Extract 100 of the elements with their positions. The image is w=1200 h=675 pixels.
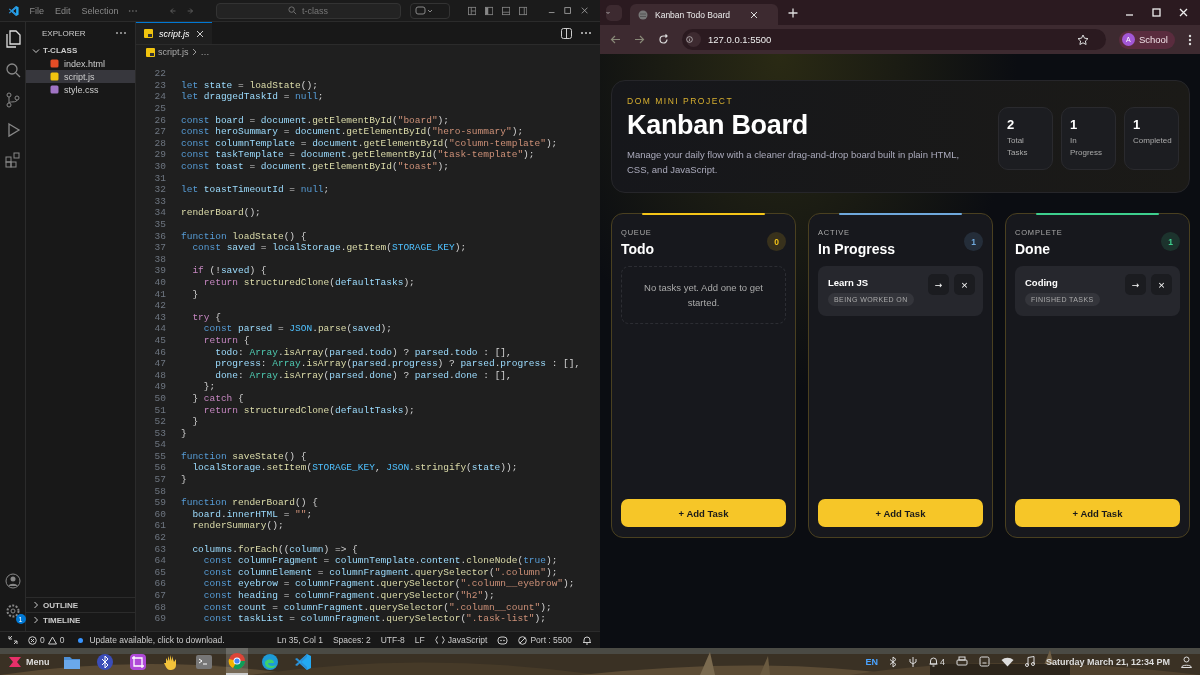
code-line: }; [202,381,216,393]
back-arrow-icon[interactable] [610,34,621,45]
code-line: localStorage.setItem(STORAGE_KEY, JSON.stringify(state)); [191,462,518,474]
address-bar[interactable]: 127.0.0.1:5500 [682,29,1106,50]
line-ending-status[interactable]: LF [414,635,425,645]
chevron-icon [32,46,40,55]
secondary-sidebar-icon[interactable] [518,5,528,16]
move-button[interactable]: → [928,274,949,295]
code-line: done: Array.isArray(parsed.done) ? parsed.done : [], [214,369,512,381]
more-icon[interactable] [115,31,127,35]
sidebar-section[interactable]: TIMELINE [26,612,135,627]
count-badge: 1 [964,232,983,251]
menu-icon[interactable] [1188,33,1192,46]
move-button[interactable]: → [1125,274,1146,295]
account-icon[interactable] [4,573,21,589]
files-icon[interactable] [4,30,21,48]
split-editor-icon[interactable] [561,27,572,39]
code-line: } [181,474,187,486]
empty-state: No tasks yet. Add one to get started. [621,266,786,324]
sidebar-title: EXPLORER [42,28,86,38]
add-task-button[interactable]: + Add Task [818,499,983,527]
code-line: const saved = localStorage.getItem(STORAGE_KEY); [191,242,467,254]
copilot-icon[interactable] [497,635,509,645]
add-task-button[interactable]: + Add Task [621,499,786,527]
notifications-button[interactable]: 4 [928,656,945,667]
line-number: 61 [153,520,166,532]
code-line: try { [191,311,221,323]
forward-arrow-icon[interactable] [634,34,645,45]
command-center[interactable]: t-class [215,2,401,19]
line-number: 40 [153,277,166,288]
indentation-status[interactable]: Spaces: 2 [332,635,371,645]
maximize-icon[interactable] [564,6,572,15]
line-number: 22 [153,68,166,80]
line-number: 38 [153,253,166,265]
problems-status[interactable]: 0 0 [28,635,65,645]
clock[interactable]: Saturday March 21, 12:34 PM [1045,656,1170,667]
menu-item[interactable]: Edit [53,5,72,16]
line-number: 39 [153,265,166,277]
live-server-port[interactable]: Port : 5500 [518,635,572,645]
browser-tab[interactable]: Kanban Todo Board [630,4,778,25]
bell-icon[interactable] [582,635,592,645]
code-line: return structuredClone(defaultTasks); [202,404,415,416]
user-icon[interactable] [1181,655,1192,668]
folder-header[interactable]: T-CLASS [26,44,135,57]
stat-card: 2 Total Tasks [998,107,1053,170]
line-number: 45 [153,334,166,346]
stat-card: 1 Completed [1124,107,1179,170]
taskbar-app[interactable] [225,648,248,675]
settings-icon[interactable] [4,603,21,619]
file-type-icon [146,47,155,57]
code-line: let toastTimeoutId = null; [181,184,330,196]
language-mode[interactable]: JavaScript [434,635,488,645]
site-info-button[interactable] [686,32,701,47]
line-number: 24 [153,91,166,103]
error-icon [28,635,37,645]
remote-icon[interactable] [8,635,18,645]
add-task-button[interactable]: + Add Task [1015,499,1180,527]
line-number: 65 [153,566,166,578]
delete-button[interactable]: × [954,274,975,295]
update-notice[interactable]: Update available, click to download. [78,635,225,645]
task-title: Learn JS [828,277,869,288]
layout-icon[interactable] [467,5,476,16]
editor-tab[interactable]: script.js [136,22,212,44]
close-icon[interactable] [195,29,204,38]
keyboard-language[interactable]: EN [865,656,878,667]
code-line: } [181,427,187,439]
chat-button[interactable] [409,2,450,19]
code-line: const columnElement = columnFragment.querySelector(".column"); [202,566,558,578]
start-menu-button[interactable]: Menu [8,655,50,668]
display-icon[interactable] [978,656,990,667]
bluetooth-icon[interactable] [888,655,897,668]
wifi-icon[interactable] [1000,656,1014,667]
line-number: 36 [153,230,166,242]
usb-icon[interactable] [907,655,918,668]
menu-item[interactable]: Selection [80,5,120,16]
explorer-entry[interactable]: script.js [26,70,135,83]
chat-icon [414,5,433,16]
code-line: const count = columnFragment.querySelector(".column__count"); [202,601,552,613]
breadcrumb-item[interactable]: script.js [158,47,189,57]
code-line: const columnFragment = columnTemplate.content.cloneNode(true); [202,555,558,567]
encoding-status[interactable]: UTF-8 [380,635,405,645]
printer-icon[interactable] [955,656,968,667]
music-note-icon[interactable] [1024,656,1035,667]
bookmark-star-icon[interactable] [1076,33,1089,46]
new-tab-icon[interactable] [788,7,798,18]
delete-button[interactable]: × [1151,274,1172,295]
breadcrumb-item[interactable]: … [200,47,210,57]
search-icon[interactable] [4,62,21,78]
panel-toggle-icon[interactable] [501,5,510,16]
sidebar-toggle-icon[interactable] [484,5,493,16]
reload-icon[interactable] [658,34,669,45]
cursor-position[interactable]: Ln 35, Col 1 [277,635,323,645]
source-control-icon[interactable] [4,92,21,108]
explorer-entry[interactable]: index.html [26,57,135,70]
sidebar-section[interactable]: OUTLINE [26,597,135,612]
more-icon[interactable] [580,31,592,35]
menu-item[interactable]: File [28,5,45,16]
bluetooth-app-icon [95,652,114,671]
explorer-entry[interactable]: style.css [26,83,135,96]
extensions-icon[interactable] [4,152,21,168]
